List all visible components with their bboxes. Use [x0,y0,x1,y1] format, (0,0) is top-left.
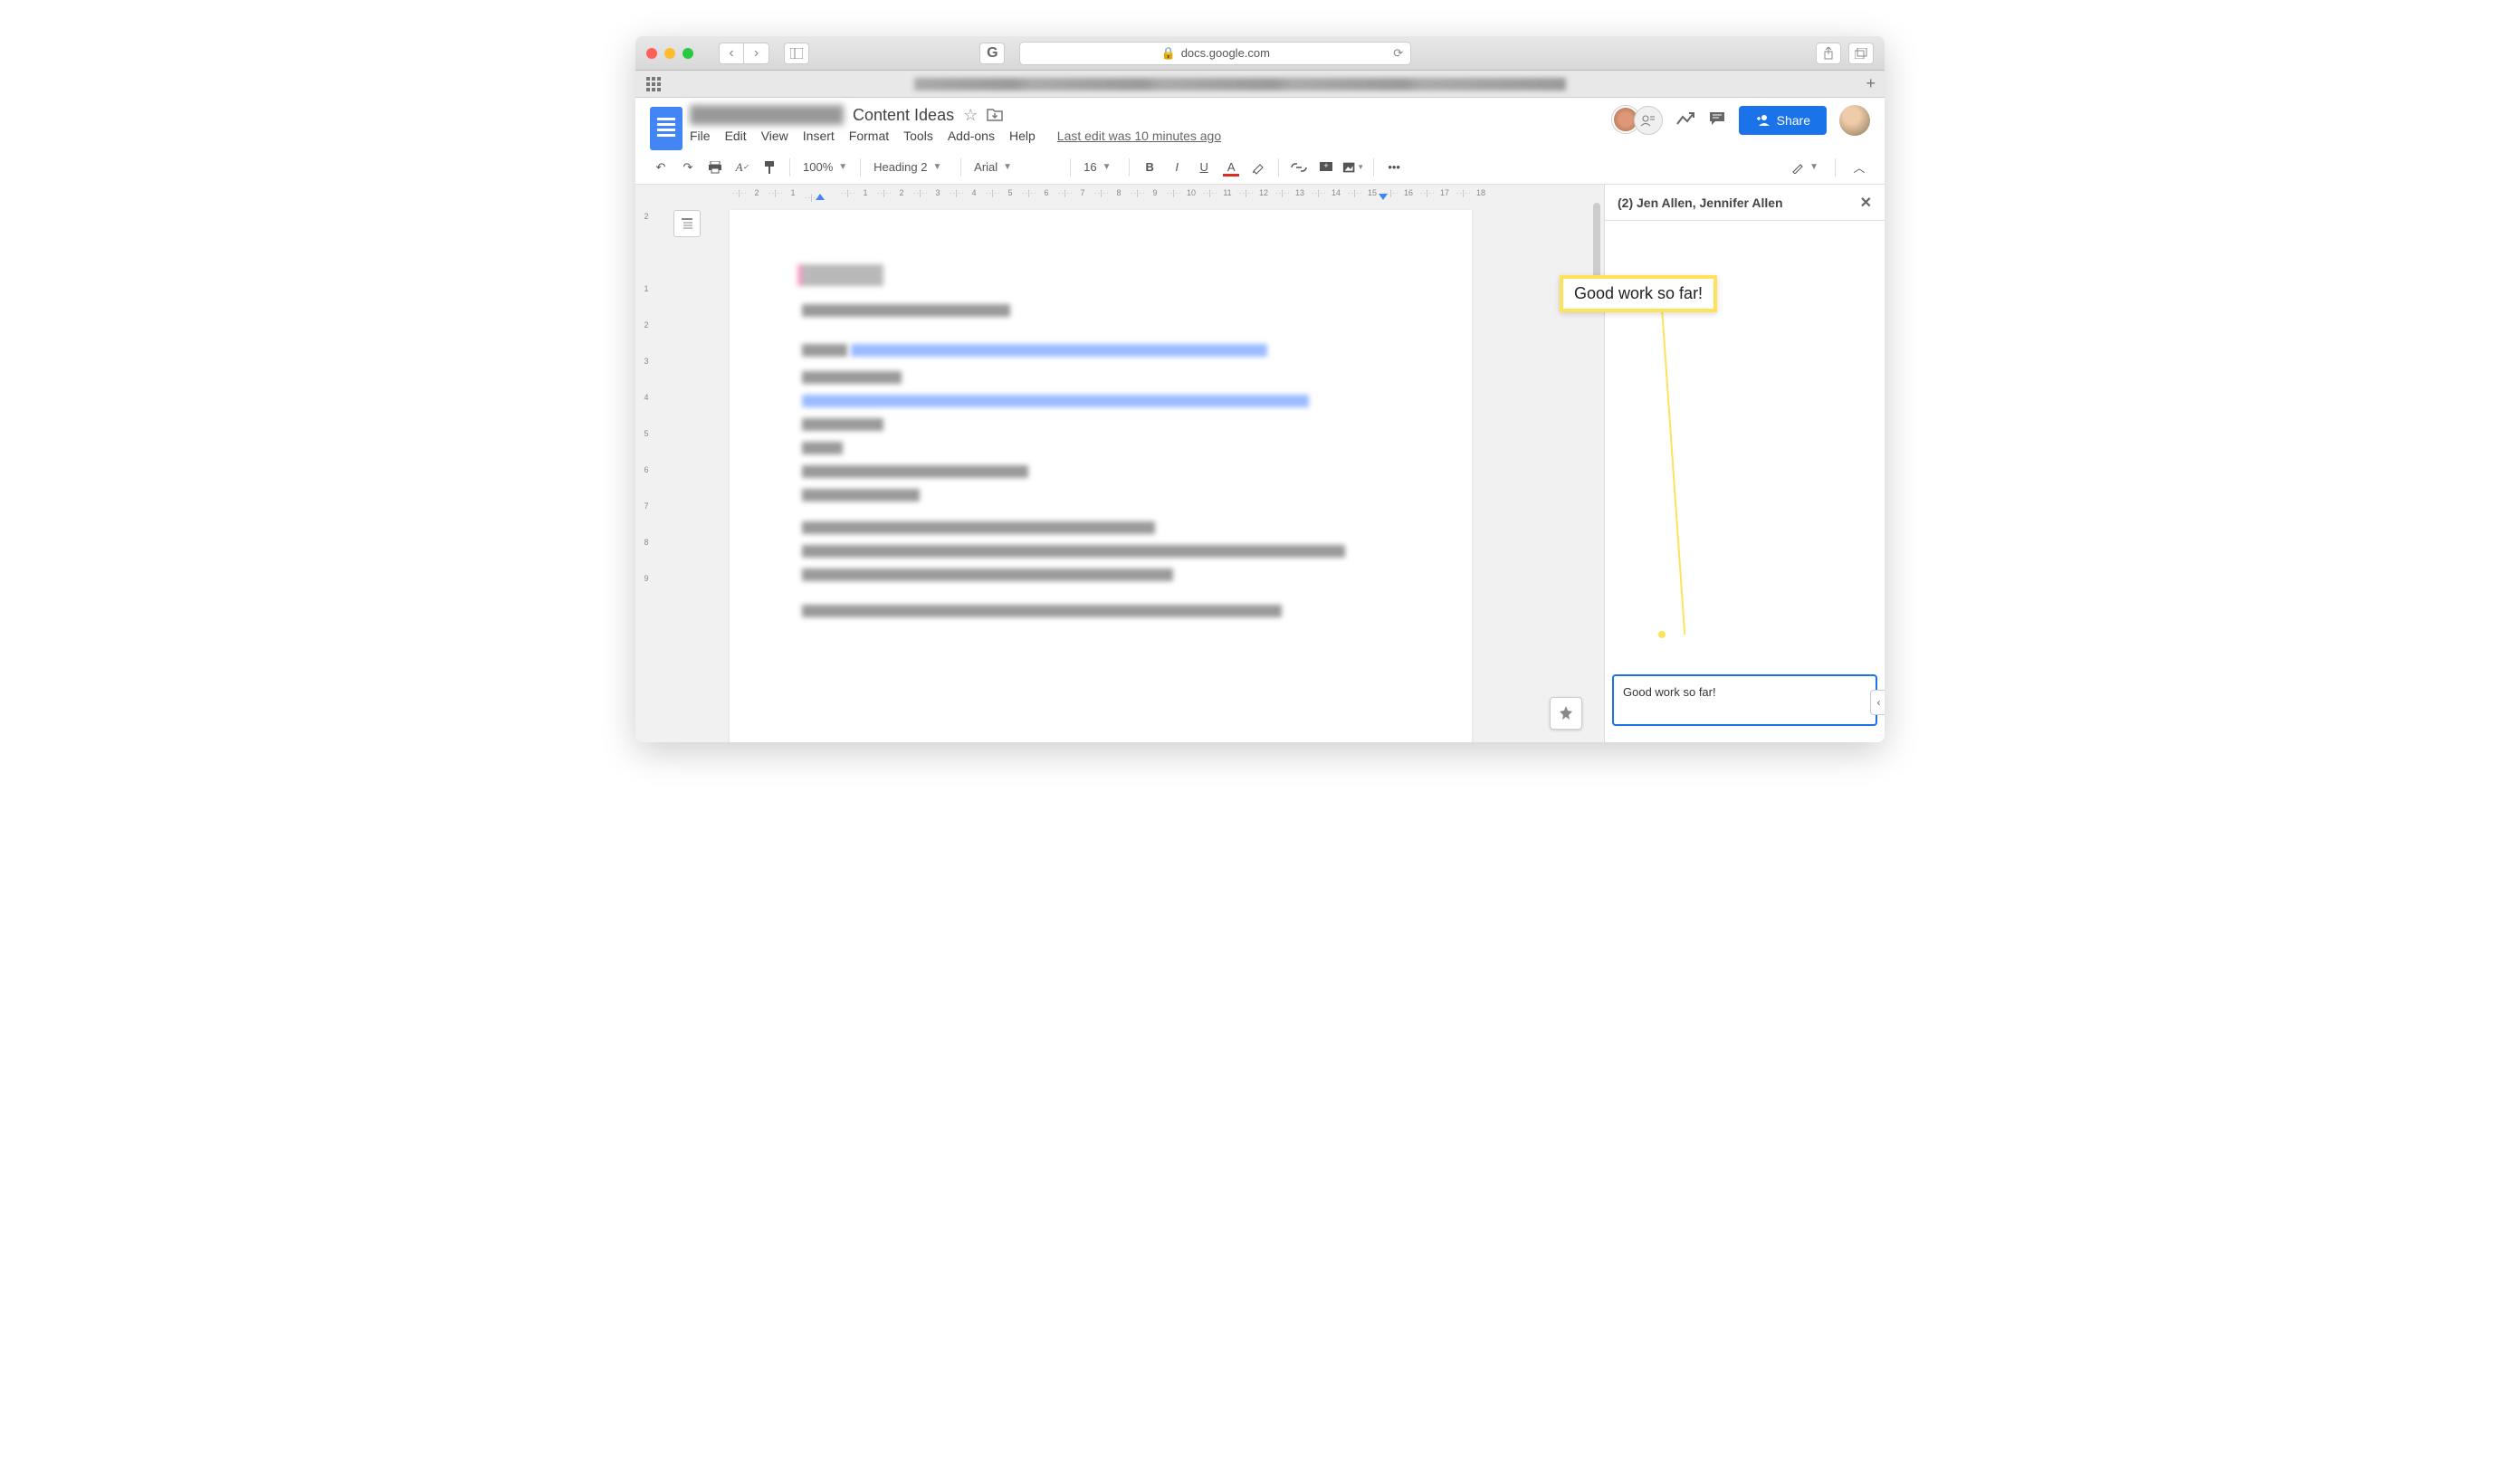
content-redacted [802,605,1282,617]
pencil-icon [1791,161,1804,174]
fontsize-select[interactable]: 16▼ [1080,160,1120,174]
forward-button[interactable]: › [744,43,769,64]
chat-panel: (2) Jen Allen, Jennifer Allen ✕ Good wor… [1604,185,1885,742]
window-controls [646,48,693,59]
share-browser-button[interactable] [1816,43,1841,64]
titlebar: ‹ › G 🔒 docs.google.com ⟳ [635,36,1885,71]
chat-header: (2) Jen Allen, Jennifer Allen ✕ [1605,185,1885,221]
zoom-select[interactable]: 100%▼ [799,160,851,174]
person-add-icon [1755,114,1770,127]
side-panel-expand[interactable]: ‹ [1870,690,1885,715]
move-icon[interactable] [987,108,1003,122]
document-title[interactable]: Content Ideas [853,106,954,125]
menu-addons[interactable]: Add-ons [948,129,995,143]
vertical-ruler: 2123456789 [635,185,657,742]
menu-edit[interactable]: Edit [725,129,747,143]
style-select[interactable]: Heading 2▼ [870,160,951,174]
close-window-icon[interactable] [646,48,657,59]
image-button[interactable]: ▼ [1342,157,1364,178]
content-redacted [802,545,1345,558]
new-tab-button[interactable]: + [1866,74,1876,93]
star-icon[interactable]: ☆ [963,106,978,125]
chat-title: (2) Jen Allen, Jennifer Allen [1618,196,1783,210]
back-button[interactable]: ‹ [719,43,744,64]
annotation-pointer [1661,308,1685,635]
url-bar[interactable]: 🔒 docs.google.com ⟳ [1019,42,1411,65]
link-button[interactable] [1288,157,1310,178]
document-page[interactable] [730,210,1472,742]
highlight-button[interactable] [1247,157,1269,178]
content-redacted [802,489,920,501]
bookmarks-bar: + [635,71,1885,98]
nav-buttons: ‹ › [719,43,769,64]
italic-button[interactable]: I [1166,157,1188,178]
redo-button[interactable]: ↷ [677,157,699,178]
content-redacted [802,418,883,431]
grammarly-button[interactable]: G [979,43,1005,64]
chat-body: Good work so far! Good work so far! [1605,221,1885,742]
docs-logo-icon[interactable] [650,107,682,150]
undo-button[interactable]: ↶ [650,157,672,178]
content-redacted [802,521,1155,534]
tabs-button[interactable] [1848,43,1874,64]
text-color-button[interactable]: A [1220,157,1242,178]
menu-file[interactable]: File [690,129,711,143]
spellcheck-button[interactable]: A✓ [731,157,753,178]
content-redacted [802,442,843,454]
annotation-pointer-dot [1658,631,1666,638]
bold-button[interactable]: B [1139,157,1160,178]
comments-icon[interactable] [1708,110,1726,131]
url-text: docs.google.com [1181,46,1270,60]
paint-format-button[interactable] [759,157,780,178]
account-avatar[interactable] [1839,105,1870,136]
annotation-callout: Good work so far! [1560,275,1717,312]
explore-button[interactable] [1550,697,1582,730]
print-button[interactable] [704,157,726,178]
underline-button[interactable]: U [1193,157,1215,178]
apps-icon[interactable] [646,77,661,91]
horizontal-ruler[interactable]: 21123456789101112131415161718 [657,185,1604,201]
activity-icon[interactable] [1675,111,1695,130]
add-comment-button[interactable]: + [1315,157,1337,178]
menu-format[interactable]: Format [849,129,889,143]
content-redacted [802,568,1173,581]
more-button[interactable]: ••• [1383,157,1405,178]
browser-window: ‹ › G 🔒 docs.google.com ⟳ + [635,36,1885,742]
content-redacted [802,304,1010,317]
anonymous-avatar[interactable] [1634,106,1663,135]
main-area: 2123456789 21123456789101112131415161718 [635,185,1885,742]
docs-header: Content Ideas ☆ File Edit View Insert Fo… [635,98,1885,150]
menu-help[interactable]: Help [1009,129,1036,143]
lock-icon: 🔒 [1161,46,1176,61]
outline-toggle[interactable] [673,210,701,237]
menu-bar: File Edit View Insert Format Tools Add-o… [690,129,1605,143]
close-icon[interactable]: ✕ [1860,194,1872,212]
content-redacted [802,395,1309,407]
svg-text:+: + [1324,161,1329,170]
content-redacted [802,264,883,286]
formatting-toolbar: ↶ ↷ A✓ 100%▼ Heading 2▼ Arial▼ 16▼ B I U… [635,150,1885,185]
share-label: Share [1777,113,1810,128]
document-area: 21123456789101112131415161718 [657,185,1604,742]
last-edit-link[interactable]: Last edit was 10 minutes ago [1057,129,1221,143]
title-redacted [690,105,844,125]
chat-input[interactable]: Good work so far! [1612,674,1877,726]
minimize-window-icon[interactable] [664,48,675,59]
share-button[interactable]: Share [1739,106,1827,135]
maximize-window-icon[interactable] [682,48,693,59]
reload-icon[interactable]: ⟳ [1393,46,1403,61]
editing-mode-select[interactable]: ▼ [1788,161,1822,174]
content-redacted [802,465,1028,478]
font-select[interactable]: Arial▼ [970,160,1061,174]
menu-insert[interactable]: Insert [803,129,835,143]
menu-tools[interactable]: Tools [903,129,933,143]
bookmarks-redacted [914,78,1566,91]
menu-view[interactable]: View [761,129,788,143]
collapse-toolbar-button[interactable]: ︿ [1848,157,1870,178]
sidebar-toggle[interactable] [784,43,809,64]
